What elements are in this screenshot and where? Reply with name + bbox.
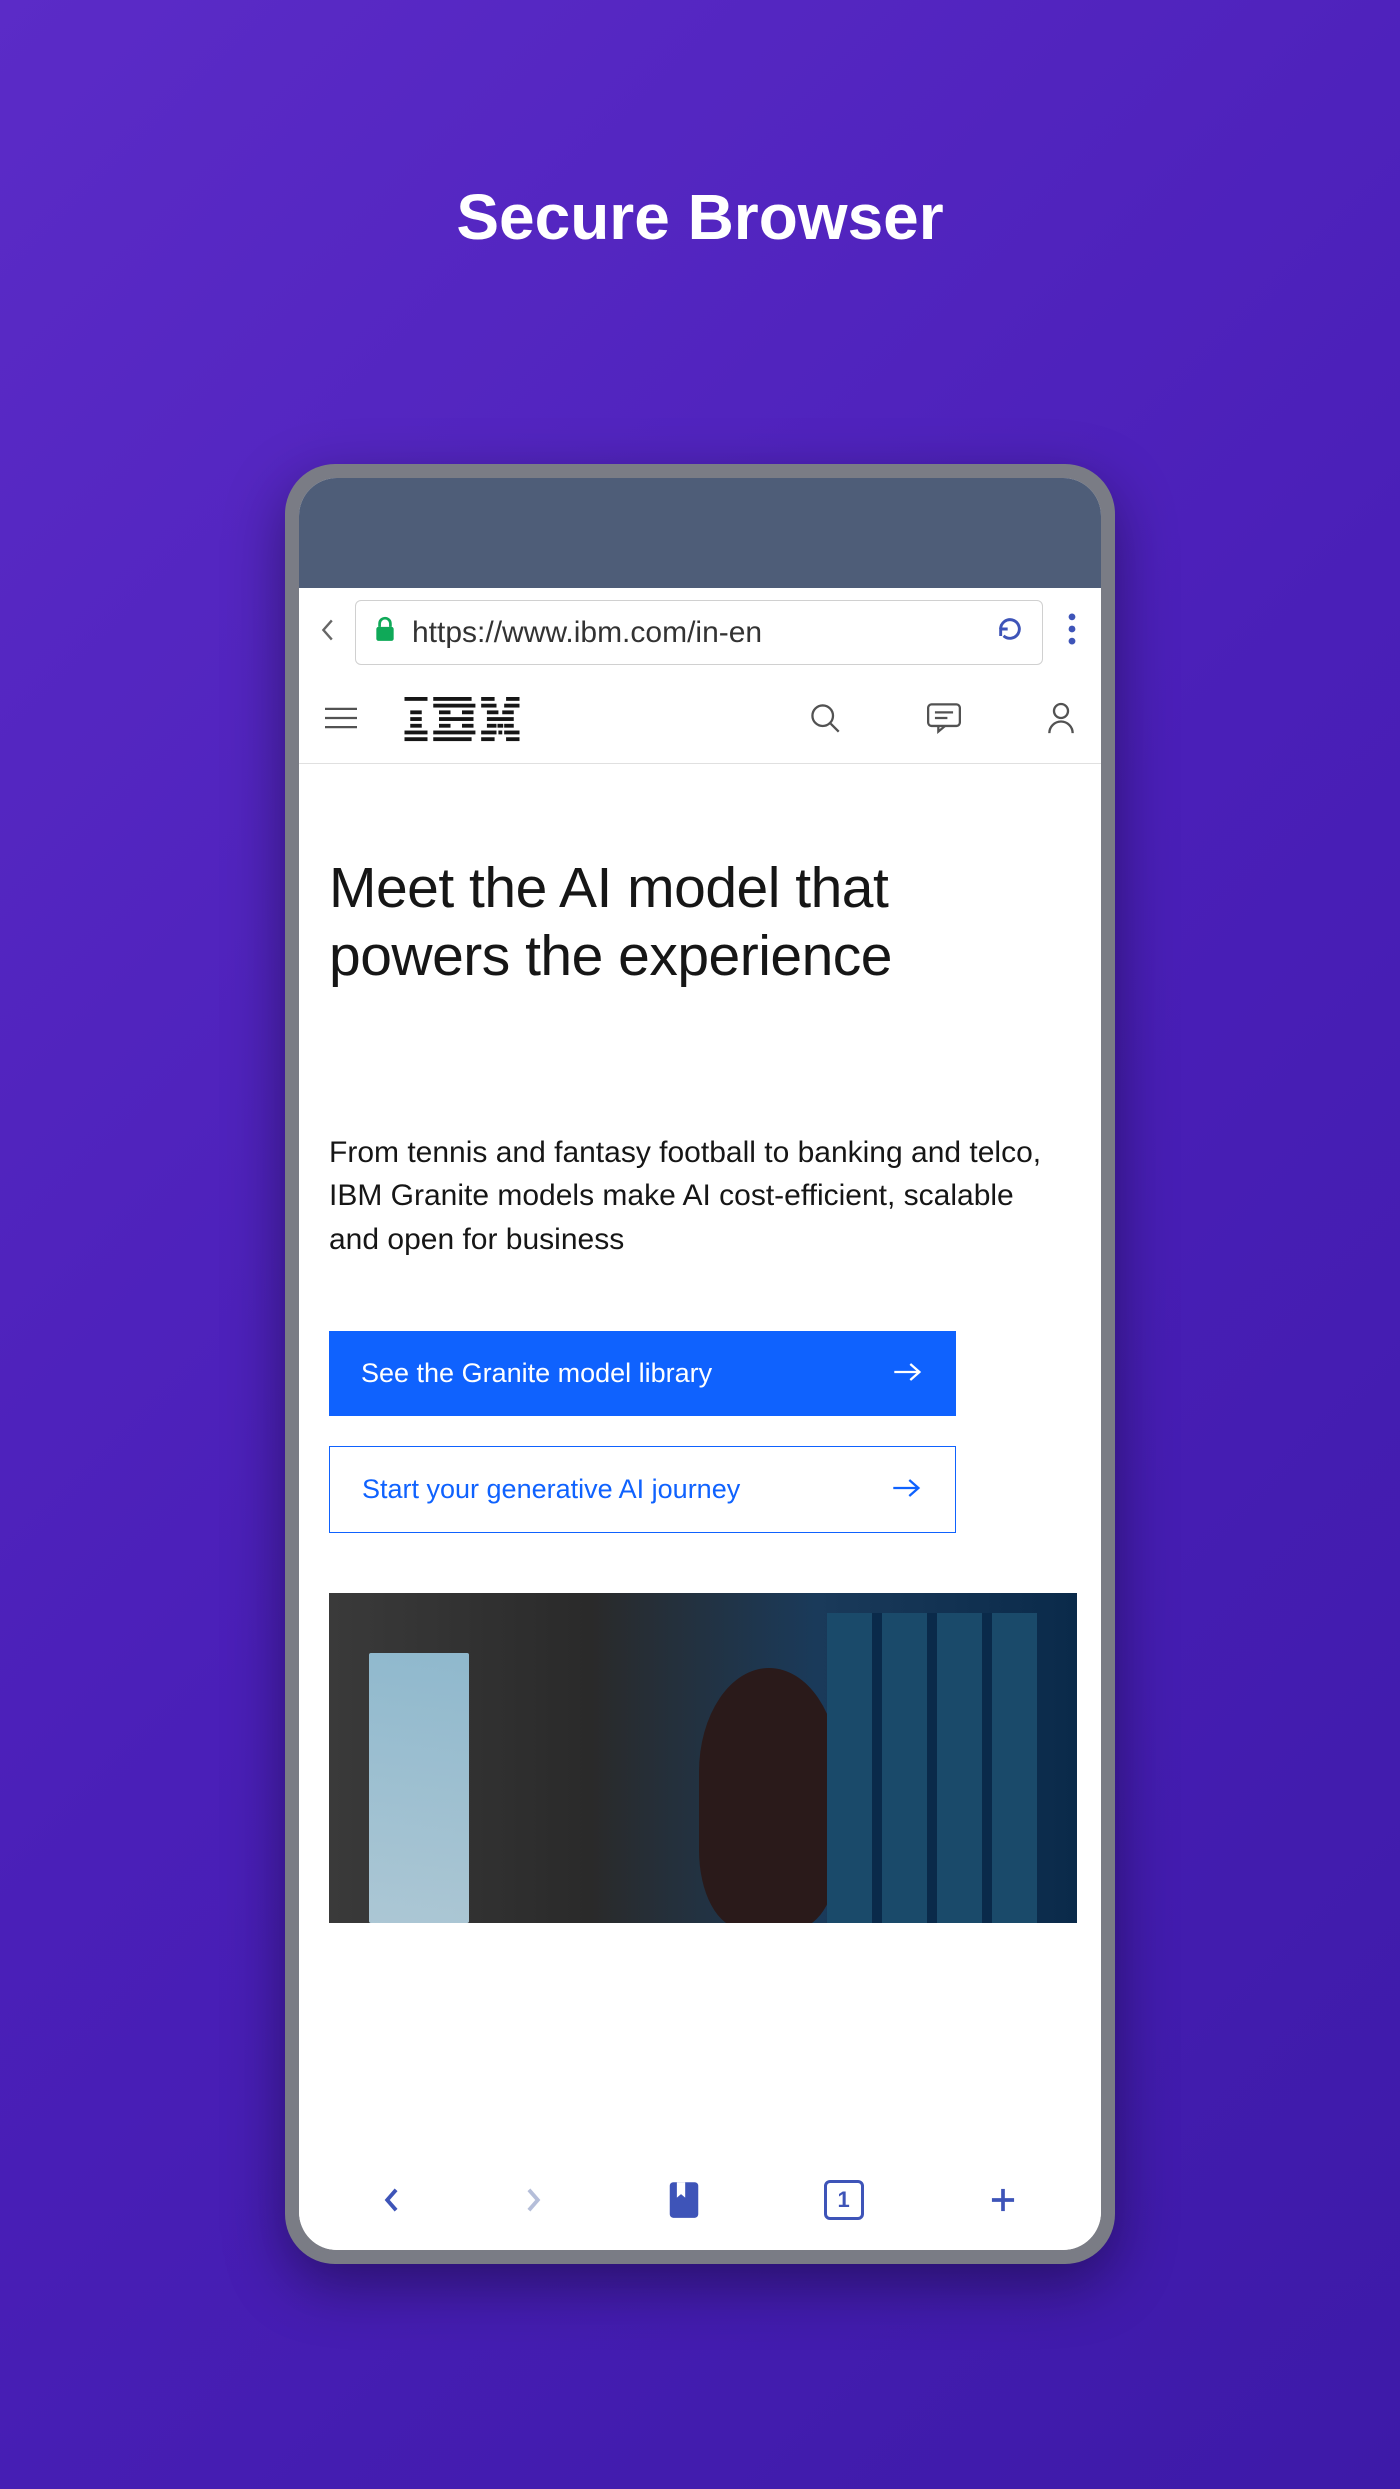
tabs-button[interactable]: 1 xyxy=(824,2180,864,2220)
chevron-left-icon xyxy=(319,618,335,642)
bottom-nav: 1 xyxy=(299,2156,1101,2250)
nav-forward-button[interactable] xyxy=(524,2186,544,2214)
chevron-left-icon xyxy=(381,2186,401,2214)
url-text: https://www.ibm.com/in-en xyxy=(412,616,980,650)
plus-icon xyxy=(987,2184,1019,2216)
site-header xyxy=(299,677,1101,764)
url-bar[interactable]: https://www.ibm.com/in-en xyxy=(355,600,1043,665)
chat-icon xyxy=(927,702,961,734)
tab-count: 1 xyxy=(824,2180,864,2220)
chat-button[interactable] xyxy=(927,702,961,739)
reload-button[interactable] xyxy=(996,615,1024,650)
phone-frame: https://www.ibm.com/in-en xyxy=(285,464,1115,2264)
content-area: Meet the AI model that powers the experi… xyxy=(299,764,1101,2156)
search-button[interactable] xyxy=(809,702,841,739)
browser-toolbar: https://www.ibm.com/in-en xyxy=(299,588,1101,677)
hero-image xyxy=(329,1593,1077,1923)
arrow-right-icon xyxy=(892,1355,924,1392)
overflow-menu-button[interactable] xyxy=(1059,612,1085,654)
hero-body-text: From tennis and fantasy football to bank… xyxy=(329,1131,1071,1262)
search-icon xyxy=(809,702,841,734)
bookmark-icon xyxy=(668,2181,700,2219)
hero-heading: Meet the AI model that powers the experi… xyxy=(329,854,1071,991)
lock-icon xyxy=(374,616,396,649)
new-tab-button[interactable] xyxy=(987,2184,1019,2216)
nav-back-button[interactable] xyxy=(381,2186,401,2214)
status-bar xyxy=(299,478,1101,588)
user-icon xyxy=(1047,701,1075,735)
profile-button[interactable] xyxy=(1047,701,1075,740)
primary-cta-button[interactable]: See the Granite model library xyxy=(329,1331,956,1416)
page-title: Secure Browser xyxy=(456,180,943,254)
person-silhouette xyxy=(699,1668,839,1923)
chevron-right-icon xyxy=(524,2186,544,2214)
primary-cta-label: See the Granite model library xyxy=(361,1358,712,1389)
secondary-cta-button[interactable]: Start your generative AI journey xyxy=(329,1446,956,1533)
secondary-cta-label: Start your generative AI journey xyxy=(362,1474,740,1505)
toolbar-back-button[interactable] xyxy=(315,617,339,649)
ibm-logo[interactable] xyxy=(403,697,521,743)
arrow-right-icon xyxy=(891,1471,923,1508)
bookmarks-button[interactable] xyxy=(668,2181,700,2219)
phone-screen: https://www.ibm.com/in-en xyxy=(299,478,1101,2250)
hamburger-menu-button[interactable] xyxy=(325,706,357,735)
